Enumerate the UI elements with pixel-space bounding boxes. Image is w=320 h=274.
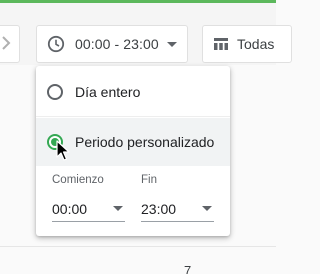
- end-time-value: 23:00: [141, 200, 177, 217]
- chevron-down-icon: [113, 206, 123, 211]
- radio-whole-day[interactable]: [47, 84, 63, 100]
- chevron-down-icon: [166, 41, 177, 47]
- time-range-label: 00:00 - 23:00: [75, 36, 159, 52]
- chevron-right-icon: [1, 36, 11, 53]
- option-custom-period-label: Periodo personalizado: [75, 134, 215, 150]
- option-whole-day-label: Día entero: [75, 84, 141, 100]
- start-time-label: Comienzo: [52, 174, 104, 186]
- start-time-select[interactable]: 00:00: [52, 196, 125, 222]
- mouse-pointer-icon: [56, 140, 70, 167]
- option-whole-day[interactable]: Día entero: [36, 68, 230, 116]
- menu-divider: [36, 116, 230, 117]
- divider: [0, 246, 276, 247]
- toolbar: 00:00 - 23:00 Todas: [0, 3, 292, 65]
- end-time-select[interactable]: 23:00: [141, 196, 214, 222]
- time-range-dropdown[interactable]: 00:00 - 23:00: [36, 25, 188, 63]
- end-time-field: Fin 23:00: [141, 174, 214, 222]
- scope-dropdown[interactable]: Todas: [202, 25, 292, 63]
- previous-filter-chip[interactable]: [0, 25, 20, 63]
- start-time-field: Comienzo 00:00: [52, 174, 125, 222]
- calendar-view-icon: [213, 37, 229, 51]
- end-time-label: Fin: [141, 174, 157, 186]
- start-time-value: 00:00: [52, 200, 88, 217]
- scope-label: Todas: [237, 36, 275, 52]
- clock-icon: [47, 35, 65, 53]
- calendar-day-number: 7: [184, 263, 192, 274]
- chevron-down-icon: [202, 206, 212, 211]
